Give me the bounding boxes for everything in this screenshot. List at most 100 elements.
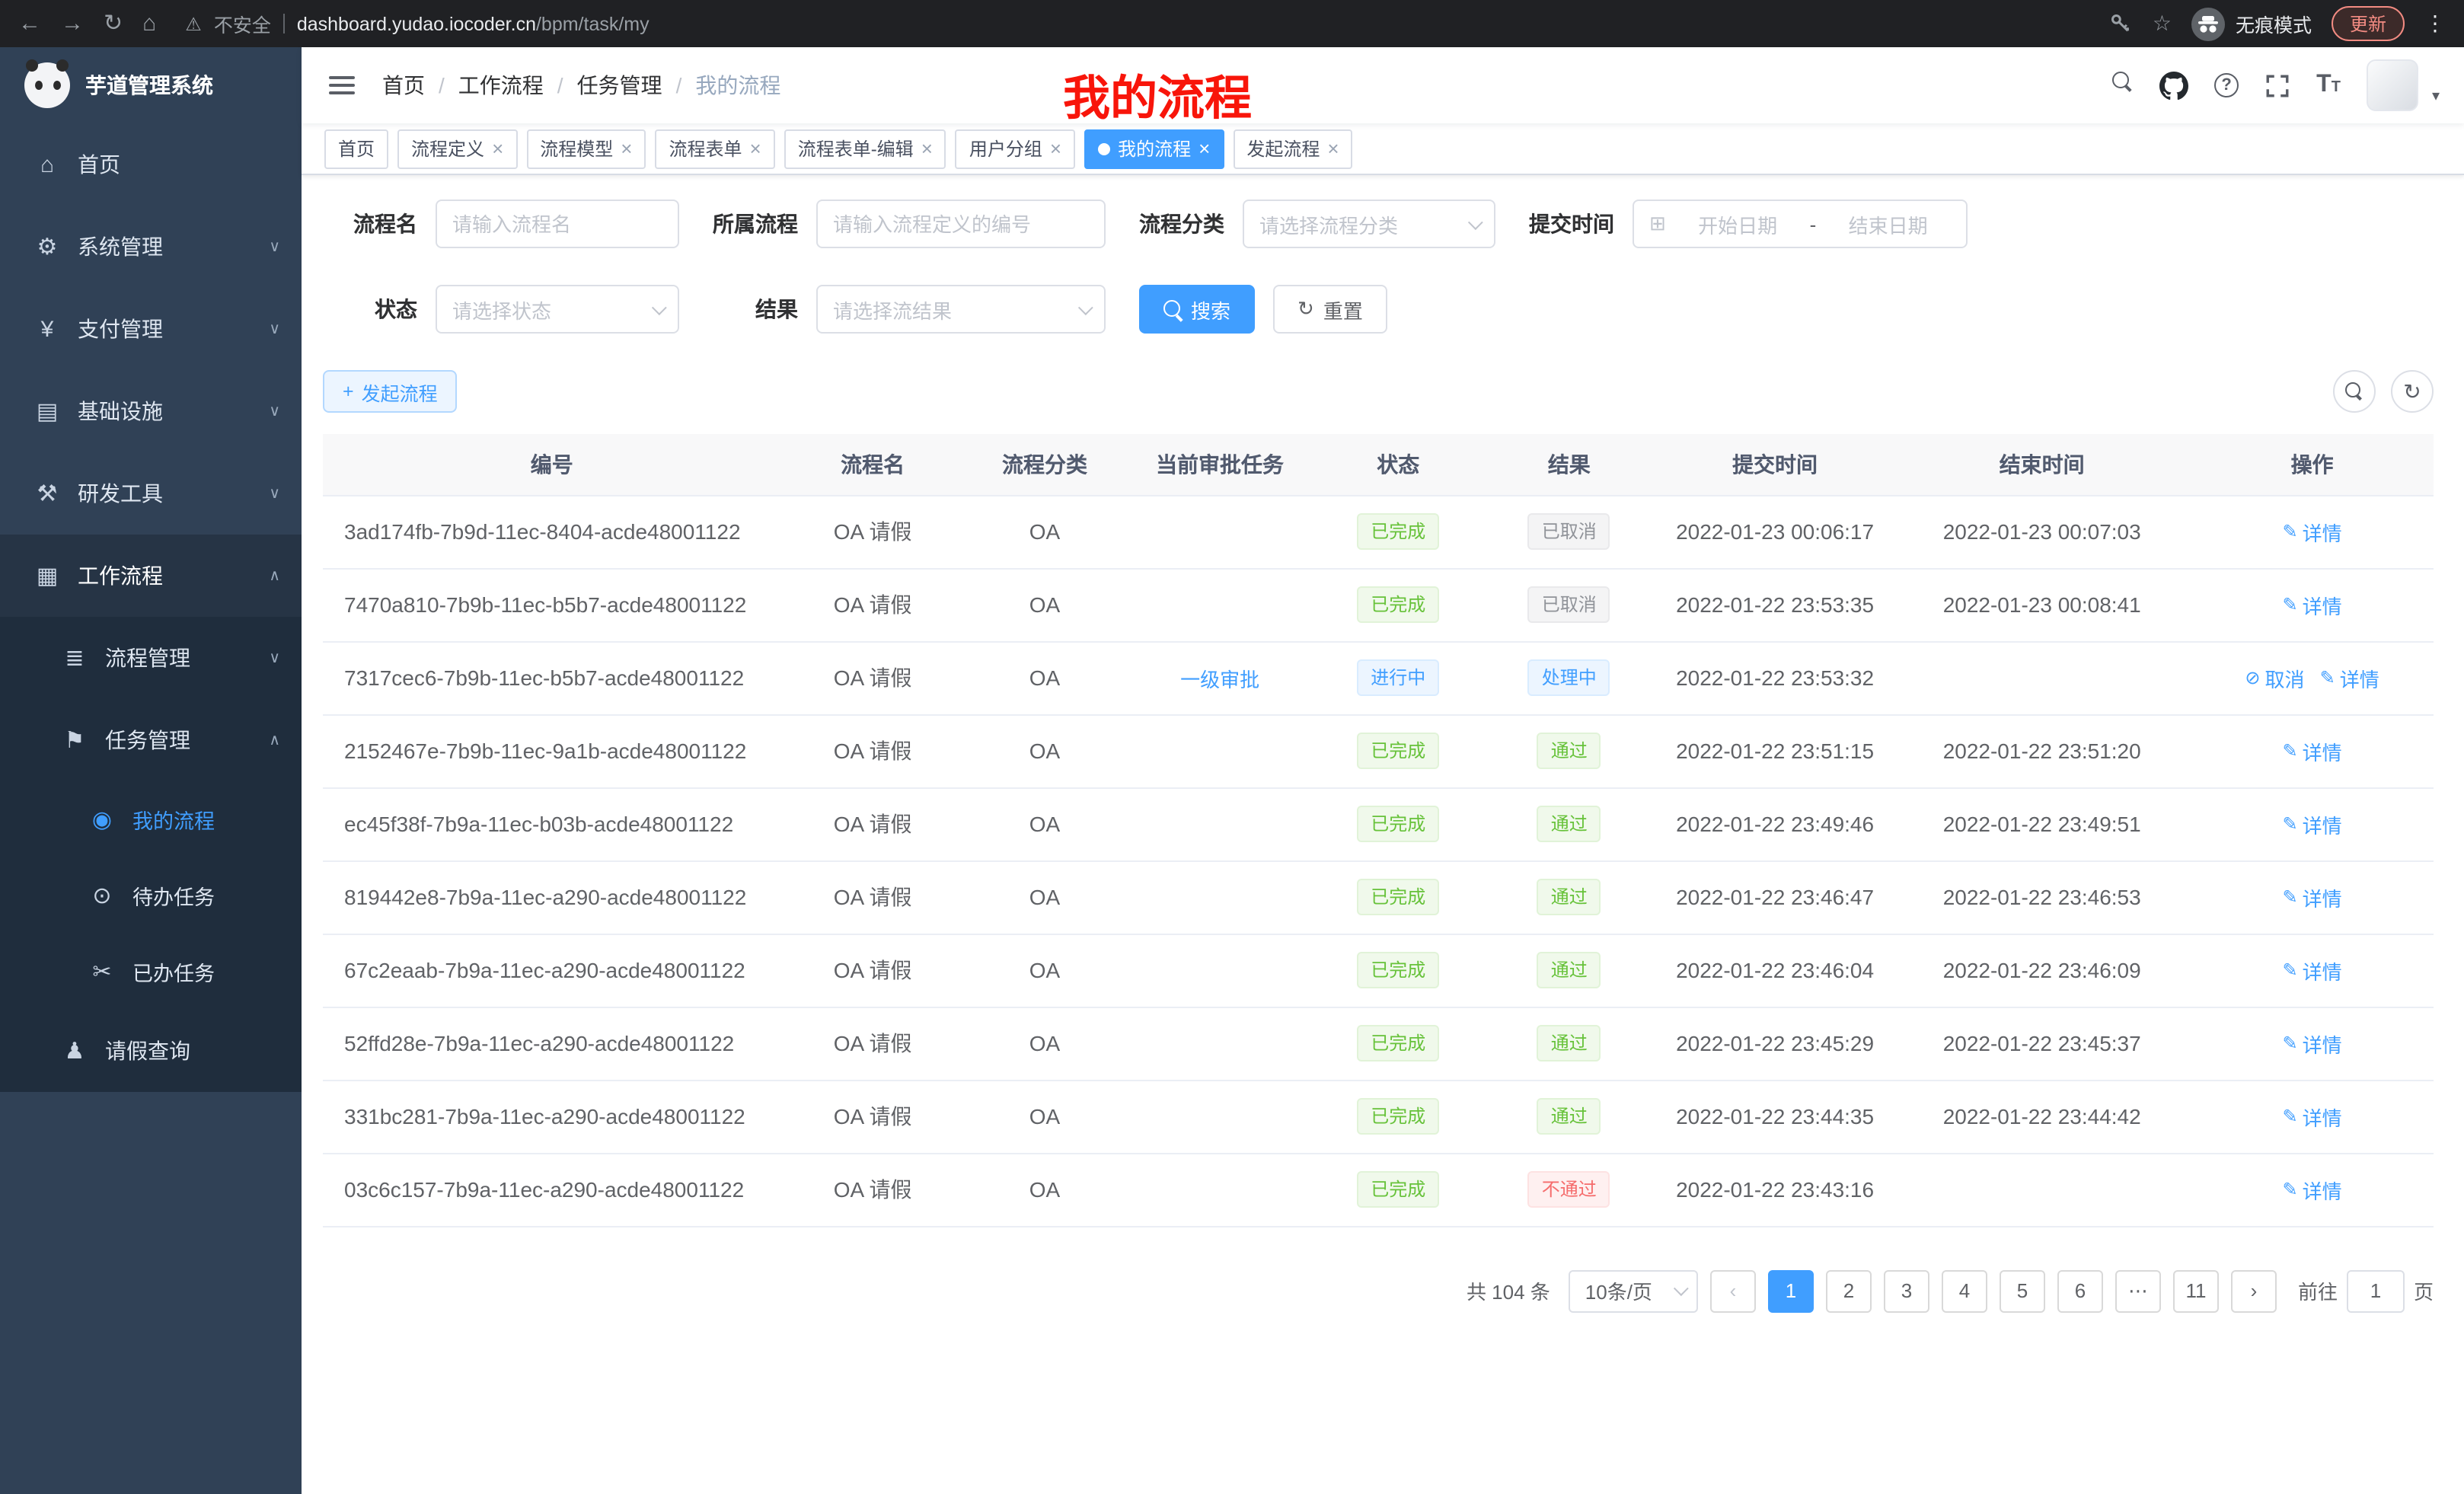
detail-link[interactable]: ✎详情 bbox=[2282, 883, 2341, 911]
view-tab-3[interactable]: 流程模型× bbox=[526, 129, 646, 168]
view-tab-7[interactable]: 我的流程× bbox=[1084, 129, 1224, 168]
sidebar-item-1[interactable]: ⌂首页 bbox=[0, 123, 302, 206]
cancel-link[interactable]: ⊘取消 bbox=[2245, 663, 2304, 692]
close-icon[interactable]: × bbox=[492, 139, 503, 158]
date-range-picker[interactable]: ⊞ 开始日期 - 结束日期 bbox=[1633, 200, 1968, 248]
sidebar-item-6[interactable]: ▦工作流程∧ bbox=[0, 535, 302, 617]
breadcrumb-item[interactable]: 任务管理 bbox=[577, 70, 662, 101]
cell-process-name: OA 请假 bbox=[781, 787, 965, 860]
back-icon[interactable]: ← bbox=[18, 12, 41, 35]
home-icon[interactable]: ⌂ bbox=[142, 12, 156, 35]
close-icon[interactable]: × bbox=[621, 139, 632, 158]
view-tab-1[interactable]: 首页 bbox=[324, 129, 388, 168]
page-button-2[interactable]: 2 bbox=[1826, 1269, 1872, 1312]
view-tab-6[interactable]: 用户分组 × bbox=[956, 129, 1075, 168]
tab-label: 用户分组 bbox=[969, 136, 1042, 161]
sidebar-item-9[interactable]: ◉我的流程 bbox=[0, 781, 302, 857]
breadcrumb-item[interactable]: 工作流程 bbox=[458, 70, 544, 101]
reload-icon[interactable]: ↻ bbox=[104, 12, 123, 35]
breadcrumb-item[interactable]: 首页 bbox=[382, 70, 425, 101]
close-icon[interactable]: × bbox=[1050, 139, 1061, 158]
sidebar-item-5[interactable]: ⚒研发工具∨ bbox=[0, 452, 302, 535]
sidebar-item-8[interactable]: ⚑任务管理∧ bbox=[0, 699, 302, 781]
detail-link[interactable]: ✎详情 bbox=[2282, 1102, 2341, 1131]
view-tab-5[interactable]: 流程表单-编辑 × bbox=[784, 129, 946, 168]
avatar-caret-icon[interactable]: ▾ bbox=[2432, 88, 2440, 105]
cell-submit-time: 2022-01-22 23:53:35 bbox=[1657, 568, 1893, 641]
avatar[interactable] bbox=[2367, 59, 2418, 111]
key-icon[interactable] bbox=[2110, 12, 2133, 35]
status-select[interactable]: 请选择状态 bbox=[436, 285, 679, 334]
sidebar-item-12[interactable]: ♟请假查询 bbox=[0, 1010, 302, 1092]
bookmark-star-icon[interactable]: ☆ bbox=[2153, 11, 2172, 37]
detail-link[interactable]: ✎详情 bbox=[2282, 736, 2341, 765]
page-button-5[interactable]: 5 bbox=[2000, 1269, 2045, 1312]
cell-result: 通过 bbox=[1482, 934, 1657, 1007]
sidebar-item-4[interactable]: ▤基础设施∨ bbox=[0, 370, 302, 452]
result-select[interactable]: 请选择流结果 bbox=[816, 285, 1106, 334]
detail-link[interactable]: ✎详情 bbox=[2282, 1029, 2341, 1058]
process-def-input[interactable] bbox=[816, 200, 1106, 248]
search-button[interactable]: 搜索 bbox=[1139, 285, 1255, 334]
forward-icon[interactable]: → bbox=[61, 12, 84, 35]
detail-link[interactable]: ✎详情 bbox=[2282, 956, 2341, 985]
sidebar-item-11[interactable]: ✂已办任务 bbox=[0, 934, 302, 1010]
sidebar-menu: ⌂首页⚙系统管理∨¥支付管理∨▤基础设施∨⚒研发工具∨▦工作流程∧≣流程管理∨⚑… bbox=[0, 123, 302, 1092]
page-button-1[interactable]: 1 bbox=[1768, 1269, 1814, 1312]
close-icon[interactable]: × bbox=[1198, 139, 1210, 158]
toggle-search-button[interactable] bbox=[2333, 370, 2376, 413]
sidebar-item-10[interactable]: ⊙待办任务 bbox=[0, 857, 302, 934]
detail-link[interactable]: ✎详情 bbox=[2282, 517, 2341, 546]
tag-success: 已完成 bbox=[1357, 952, 1439, 988]
process-name-input[interactable] bbox=[436, 200, 679, 248]
table-row: 7470a810-7b9b-11ec-b5b7-acde48001122OA 请… bbox=[323, 568, 2434, 641]
sidebar-item-2[interactable]: ⚙系统管理∨ bbox=[0, 206, 302, 288]
github-icon[interactable] bbox=[2159, 71, 2188, 100]
detail-link[interactable]: ✎详情 bbox=[2320, 663, 2379, 692]
view-tab-8[interactable]: 发起流程× bbox=[1233, 129, 1352, 168]
detail-link[interactable]: ✎详情 bbox=[2282, 809, 2341, 838]
page-ellipsis-button[interactable]: ⋯ bbox=[2115, 1269, 2161, 1312]
detail-link[interactable]: ✎详情 bbox=[2282, 1175, 2341, 1204]
cell-process-name: OA 请假 bbox=[781, 495, 965, 568]
view-tab-2[interactable]: 流程定义× bbox=[397, 129, 517, 168]
close-icon[interactable]: × bbox=[1327, 139, 1339, 158]
close-icon[interactable]: × bbox=[921, 139, 933, 158]
prev-page-button[interactable]: ‹ bbox=[1710, 1269, 1756, 1312]
cell-id: 7470a810-7b9b-11ec-b5b7-acde48001122 bbox=[323, 568, 781, 641]
task-link[interactable]: 一级审批 bbox=[1180, 663, 1259, 692]
page-size-select[interactable]: 10条/页 bbox=[1569, 1269, 1698, 1312]
reset-button[interactable]: ↻ 重置 bbox=[1273, 285, 1387, 334]
category-select[interactable]: 请选择流程分类 bbox=[1243, 200, 1495, 248]
view-tab-4[interactable]: 流程表单× bbox=[655, 129, 774, 168]
field-label: 所属流程 bbox=[713, 209, 798, 239]
detail-link[interactable]: ✎详情 bbox=[2282, 590, 2341, 619]
sidebar-item-3[interactable]: ¥支付管理∨ bbox=[0, 288, 302, 370]
question-icon[interactable]: ? bbox=[2214, 73, 2239, 97]
page-button-3[interactable]: 3 bbox=[1884, 1269, 1929, 1312]
cell-status: 已完成 bbox=[1315, 1007, 1482, 1080]
next-page-button[interactable]: › bbox=[2231, 1269, 2277, 1312]
page-button-11[interactable]: 11 bbox=[2173, 1269, 2219, 1312]
close-icon[interactable]: × bbox=[750, 139, 761, 158]
navbar: 首页/工作流程/任务管理/我的流程 ? TT ▾ bbox=[302, 47, 2464, 123]
address-bar[interactable]: ⚠ 不安全 dashboard.yudao.iocoder.cn/bpm/tas… bbox=[185, 9, 2090, 38]
hamburger-icon[interactable] bbox=[326, 70, 358, 101]
chevron-down-icon bbox=[1468, 214, 1483, 229]
page-button-6[interactable]: 6 bbox=[2057, 1269, 2103, 1312]
cell-end-time: 2022-01-22 23:46:53 bbox=[1893, 860, 2191, 934]
page-button-4[interactable]: 4 bbox=[1942, 1269, 1987, 1312]
fullscreen-icon[interactable] bbox=[2265, 72, 2290, 98]
sidebar-item-7[interactable]: ≣流程管理∨ bbox=[0, 617, 302, 699]
font-size-icon[interactable]: TT bbox=[2316, 72, 2341, 99]
header-search-icon[interactable] bbox=[2112, 71, 2134, 100]
tab-label: 流程表单-编辑 bbox=[798, 136, 914, 161]
goto-page-input[interactable] bbox=[2347, 1269, 2405, 1312]
create-process-button[interactable]: + 发起流程 bbox=[323, 370, 458, 413]
content: 流程名 所属流程 流程分类 请选择流程分类 bbox=[302, 175, 2464, 1494]
browser-menu-icon[interactable]: ⋮ bbox=[2424, 11, 2446, 37]
update-button[interactable]: 更新 bbox=[2332, 6, 2405, 41]
cell-process-name: OA 请假 bbox=[781, 1007, 965, 1080]
refresh-table-button[interactable]: ↻ bbox=[2391, 370, 2434, 413]
cell-category: OA bbox=[965, 568, 1125, 641]
